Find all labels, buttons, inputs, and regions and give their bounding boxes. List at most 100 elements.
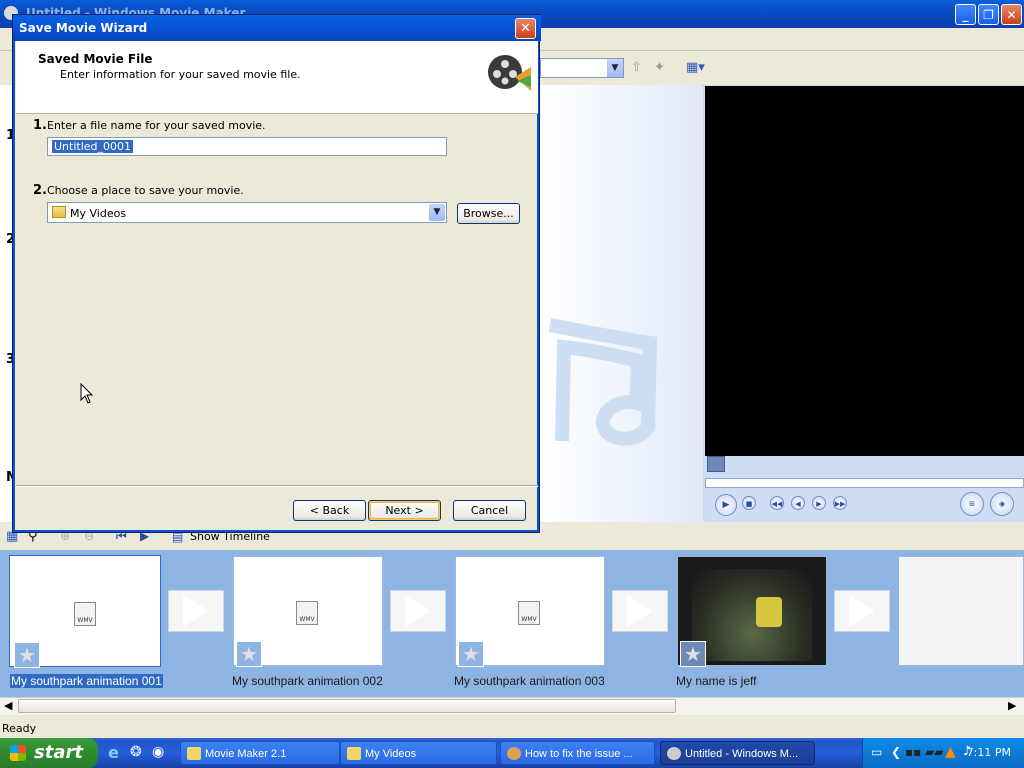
next-frame-icon[interactable]: ▶▶: [833, 496, 847, 510]
chevron-down-icon[interactable]: ▼: [429, 204, 445, 221]
filename-input[interactable]: Untitled_0001: [47, 137, 447, 156]
transition-slot[interactable]: [168, 590, 224, 632]
transition-slot[interactable]: [612, 590, 668, 632]
clip-thumbnail[interactable]: WMV ★: [10, 556, 160, 668]
clip-thumbnail-video[interactable]: ★: [677, 556, 827, 667]
up-folder-icon[interactable]: ⇧: [631, 60, 642, 75]
dialog-close-button[interactable]: ✕: [515, 18, 536, 39]
clip-thumbnail[interactable]: WMV ★: [233, 556, 383, 667]
collections-dropdown[interactable]: ▼: [540, 58, 624, 78]
storyboard-scrollbar[interactable]: ◀ ▶: [0, 697, 1024, 715]
quicklaunch-icon[interactable]: ❂: [130, 744, 142, 760]
folder-icon: [52, 206, 66, 218]
close-button[interactable]: ✕: [1001, 4, 1022, 25]
seek-bar[interactable]: [705, 478, 1024, 488]
scroll-left-icon[interactable]: ◀: [4, 699, 12, 712]
task-label: How to fix the issue ...: [525, 748, 633, 760]
clip-label: My southpark animation 002: [232, 674, 383, 688]
wmv-file-icon: WMV: [74, 602, 96, 626]
step-1-label: Enter a file name for your saved movie.: [47, 119, 266, 132]
clip-label: My southpark animation 001: [10, 674, 163, 688]
status-bar: Ready: [0, 716, 1024, 738]
scroll-right-icon[interactable]: ▶: [1008, 699, 1016, 712]
browser-icon: [507, 747, 521, 760]
views-icon[interactable]: ▦▾: [686, 60, 705, 75]
step-2-number: 2.: [33, 183, 47, 198]
start-button[interactable]: start: [0, 738, 98, 768]
wizard-page-subtitle: Enter information for your saved movie f…: [60, 68, 301, 81]
dialog-separator: [16, 485, 538, 487]
movie-maker-icon: [667, 747, 681, 760]
clip-label: My name is jeff: [676, 674, 757, 688]
task-label: My Videos: [365, 748, 417, 760]
clip-thumbnail[interactable]: WMV ★: [455, 556, 605, 667]
snapshot-icon[interactable]: ◉: [990, 492, 1014, 516]
start-label: start: [34, 742, 83, 763]
clock: 7:11 PM: [966, 746, 1011, 759]
tray-app-icon[interactable]: ▰▰: [925, 745, 943, 759]
browse-button[interactable]: Browse...: [457, 203, 520, 224]
mouse-cursor-icon: [80, 383, 94, 404]
transition-slot[interactable]: [834, 590, 890, 632]
movie-reel-icon: [483, 47, 533, 97]
save-location-dropdown[interactable]: My Videos ▼: [47, 202, 447, 223]
effect-star-icon[interactable]: ★: [680, 641, 706, 667]
music-note-watermark: [548, 318, 658, 446]
preview-screen: [705, 86, 1024, 456]
split-clip-icon[interactable]: ⊞: [960, 492, 984, 516]
network-icon[interactable]: ▪▪: [905, 745, 921, 759]
media-player-icon[interactable]: ◉: [152, 744, 164, 760]
empty-clip-slot[interactable]: [898, 556, 1024, 666]
internet-explorer-icon[interactable]: e: [108, 743, 119, 762]
wizard-page-title: Saved Movie File: [38, 52, 153, 66]
effect-star-icon[interactable]: ★: [14, 642, 40, 668]
dialog-title: Save Movie Wizard: [19, 21, 148, 35]
transition-slot[interactable]: [390, 590, 446, 632]
save-movie-wizard-dialog: Save Movie Wizard ✕ Saved Movie File Ent…: [12, 14, 541, 533]
back-button[interactable]: < Back: [293, 500, 366, 521]
task-label: Movie Maker 2.1: [205, 748, 287, 760]
previous-frame-icon[interactable]: ◀◀: [770, 496, 784, 510]
chevron-down-icon: ▼: [607, 59, 623, 77]
next-button[interactable]: Next >: [368, 500, 441, 521]
minimize-button[interactable]: _: [955, 4, 976, 25]
character-figure: [756, 597, 782, 627]
clip-label: My southpark animation 003: [454, 674, 605, 688]
system-tray: ▭ ❮ ▪▪ ▰▰ ▲ ♪ 7:11 PM: [862, 738, 1024, 768]
effect-star-icon[interactable]: ★: [236, 641, 262, 667]
maximize-button[interactable]: ❐: [978, 4, 999, 25]
save-location-value: My Videos: [70, 207, 127, 220]
step-1-number: 1.: [33, 118, 47, 133]
taskbar: start e ❂ ◉ Movie Maker 2.1 My Videos Ho…: [0, 738, 1024, 768]
video-frame: [692, 569, 812, 661]
folder-icon: [187, 747, 201, 760]
taskbar-item-windows-movie-maker[interactable]: Untitled - Windows M...: [660, 741, 815, 765]
scrollbar-thumb[interactable]: [18, 699, 676, 713]
cancel-button[interactable]: Cancel: [453, 500, 526, 521]
rewind-icon[interactable]: ◀: [791, 496, 805, 510]
filename-value: Untitled_0001: [52, 140, 134, 153]
storyboard: WMV ★ My southpark animation 001 WMV ★ M…: [0, 550, 1024, 697]
wmv-file-icon: WMV: [518, 601, 540, 625]
folder-icon: [347, 747, 361, 760]
effect-star-icon[interactable]: ★: [458, 641, 484, 667]
task-label: Untitled - Windows M...: [685, 748, 799, 760]
windows-logo-icon: [10, 745, 26, 761]
contents-pane: [540, 85, 702, 522]
vlc-icon[interactable]: ▲: [945, 744, 956, 760]
play-icon[interactable]: ▶: [715, 494, 737, 516]
keyboard-icon[interactable]: ▭: [871, 745, 882, 759]
new-folder-icon[interactable]: ✦: [654, 60, 665, 75]
split-icon[interactable]: [707, 456, 725, 472]
stop-icon[interactable]: ■: [742, 496, 756, 510]
tray-expand-icon[interactable]: ❮: [891, 745, 901, 759]
taskbar-item-movie-maker[interactable]: Movie Maker 2.1: [180, 741, 340, 765]
taskbar-item-my-videos[interactable]: My Videos: [340, 741, 497, 765]
taskbar-item-browser[interactable]: How to fix the issue ...: [500, 741, 655, 765]
forward-icon[interactable]: ▶: [812, 496, 826, 510]
step-2-label: Choose a place to save your movie.: [47, 184, 244, 197]
wizard-header: Saved Movie File Enter information for y…: [16, 41, 538, 114]
status-text: Ready: [2, 722, 37, 735]
dialog-title-bar[interactable]: Save Movie Wizard ✕: [13, 15, 541, 41]
wmv-file-icon: WMV: [296, 601, 318, 625]
